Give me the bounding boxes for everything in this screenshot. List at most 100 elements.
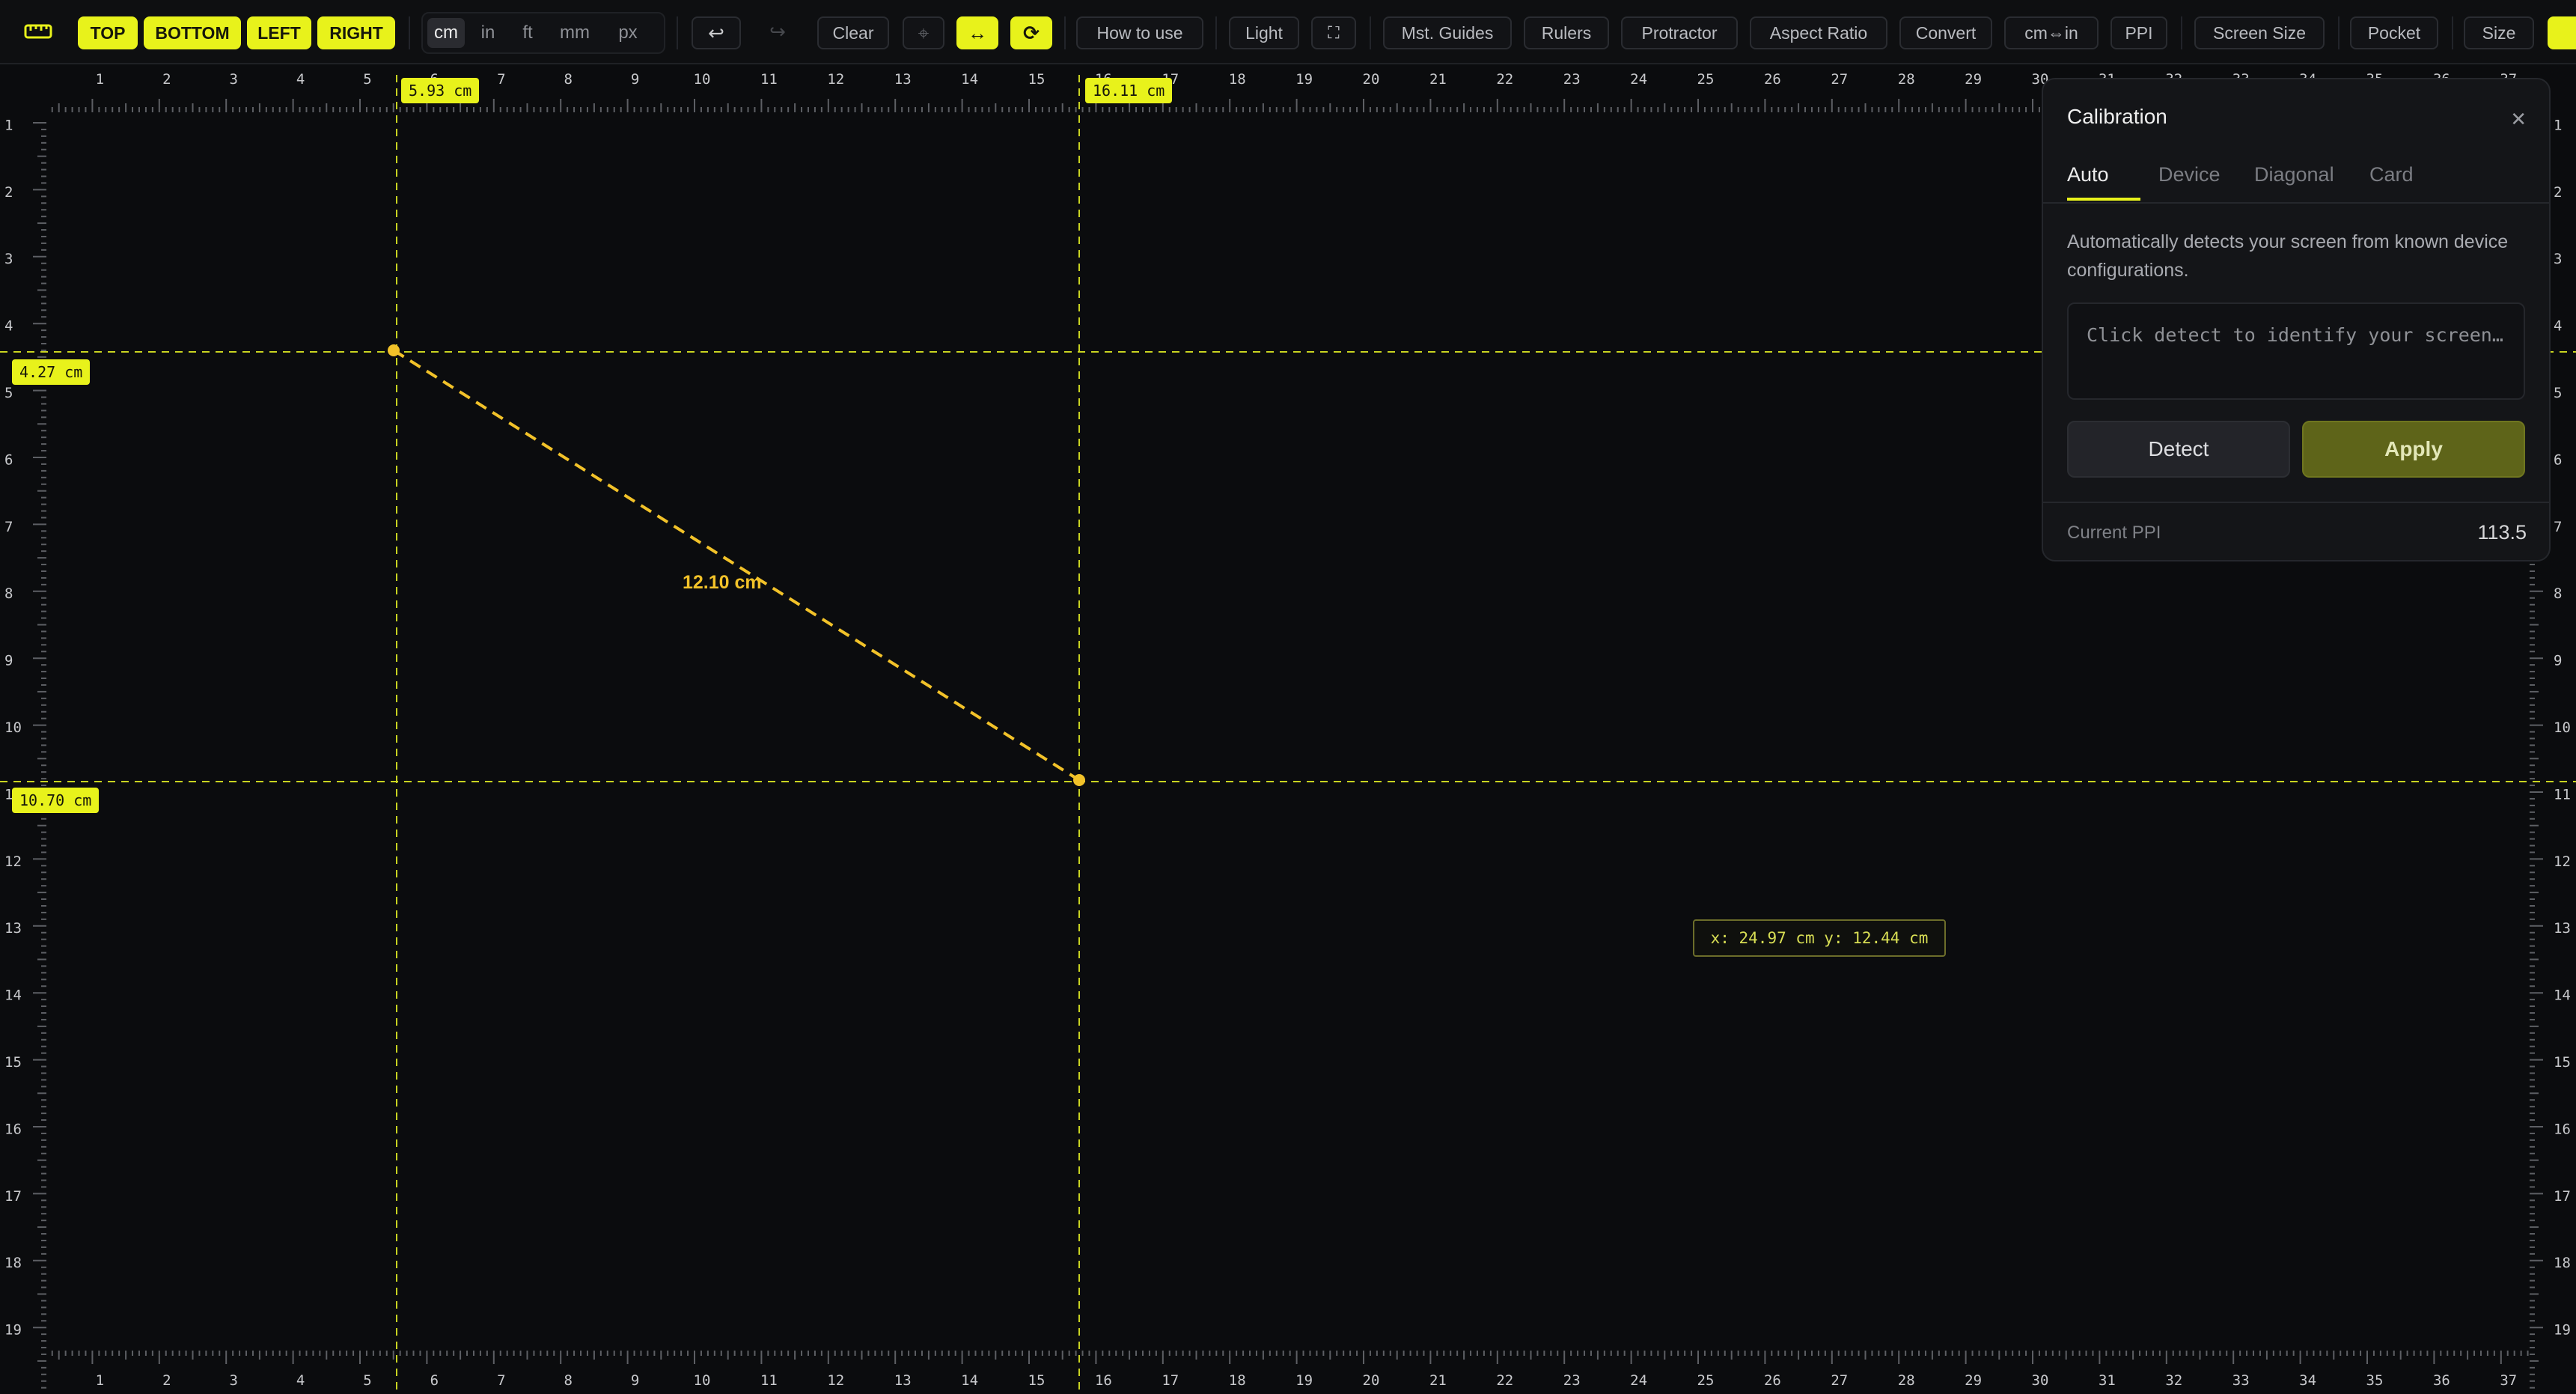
cm-in-toggle-button[interactable]: cm⇔in	[2004, 16, 2099, 49]
ruler-label: 5	[4, 385, 13, 401]
guide-label-v1: 5.93 cm	[401, 78, 480, 103]
ruler-label: 28	[1898, 1372, 1915, 1389]
ruler-label: 9	[4, 653, 13, 669]
active-tab-indicator	[2067, 198, 2140, 201]
ruler-label: 2	[162, 71, 171, 88]
ruler-label: 2	[162, 1372, 171, 1389]
unit-in[interactable]: in	[471, 18, 505, 48]
ruler-label: 36	[2433, 1372, 2450, 1389]
fullscreen-icon[interactable]: ⛶	[1311, 16, 1356, 49]
protractor-button[interactable]: Protractor	[1621, 16, 1738, 49]
master-guides-button[interactable]: Mst. Guides	[1383, 16, 1512, 49]
unit-mm[interactable]: mm	[550, 18, 599, 48]
ppi-button[interactable]: PPI	[2110, 16, 2167, 49]
ruler-label: 13	[894, 71, 912, 88]
ruler-label: 3	[229, 1372, 237, 1389]
edge-top-button[interactable]: TOP	[78, 16, 138, 49]
ruler-label: 1	[96, 71, 104, 88]
ruler-label: 12	[2554, 853, 2571, 870]
toolbar-divider	[1215, 16, 1217, 49]
swap-horizontal-icon[interactable]: ↔	[956, 16, 998, 49]
ruler-label: 11	[760, 71, 778, 88]
edge-bottom-button[interactable]: BOTTOM	[144, 16, 241, 49]
clear-button[interactable]: Clear	[817, 16, 889, 49]
ruler-label: 20	[1363, 1372, 1380, 1389]
measurement-start-handle[interactable]	[388, 344, 400, 356]
ruler-label: 3	[4, 251, 13, 267]
ruler-label: 17	[4, 1188, 22, 1205]
measurement-end-handle[interactable]	[1073, 774, 1085, 786]
ruler-label: 9	[2554, 653, 2562, 669]
ruler-label: 8	[564, 71, 572, 88]
edge-right-button[interactable]: RIGHT	[317, 16, 395, 49]
toolbar-divider	[1370, 16, 1371, 49]
rulers-button[interactable]: Rulers	[1524, 16, 1609, 49]
pocket-button[interactable]: Pocket	[2350, 16, 2438, 49]
theme-toggle-button[interactable]: Light	[1229, 16, 1299, 49]
ruler-label: 2	[4, 184, 13, 201]
unit-px[interactable]: px	[605, 18, 650, 48]
redo-icon[interactable]: ↪	[753, 16, 802, 49]
size-button[interactable]: Size	[2464, 16, 2534, 49]
ruler-label: 14	[2554, 987, 2571, 1004]
undo-icon[interactable]: ↩	[692, 16, 741, 49]
tab-diagonal[interactable]: Diagonal	[2254, 163, 2334, 186]
ruler-label: 33	[2232, 1372, 2250, 1389]
ruler-label: 15	[2554, 1054, 2571, 1071]
tab-device[interactable]: Device	[2158, 163, 2221, 186]
ruler-label: 24	[1630, 1372, 1647, 1389]
ruler-label: 12	[827, 71, 844, 88]
ruler-label: 19	[2554, 1322, 2571, 1339]
toolbar-divider	[677, 16, 678, 49]
ruler-label: 21	[1429, 1372, 1447, 1389]
ruler-label: 13	[4, 920, 22, 937]
ruler-label: 4	[2554, 318, 2562, 335]
ruler-label: 37	[2500, 1372, 2517, 1389]
ruler-label: 6	[430, 1372, 439, 1389]
edge-left-button[interactable]: LEFT	[247, 16, 311, 49]
apply-button[interactable]: Apply	[2302, 421, 2525, 478]
ruler-label: 15	[1028, 1372, 1046, 1389]
convert-button[interactable]: Convert	[1899, 16, 1992, 49]
unit-cm[interactable]: cm	[427, 18, 465, 48]
detect-button[interactable]: Detect	[2067, 421, 2290, 478]
close-icon[interactable]: ✕	[2510, 108, 2527, 131]
screen-size-button[interactable]: Screen Size	[2194, 16, 2325, 49]
ruler-icon[interactable]	[15, 13, 61, 46]
ruler-label: 1	[4, 117, 13, 133]
ruler-label: 15	[4, 1054, 22, 1071]
guide-label-h1: 4.27 cm	[12, 359, 91, 385]
aspect-ratio-button[interactable]: Aspect Ratio	[1750, 16, 1887, 49]
ruler-label: 25	[1697, 71, 1715, 88]
tab-card[interactable]: Card	[2369, 163, 2414, 186]
ruler-label: 15	[1028, 71, 1046, 88]
overflow-accent-button[interactable]	[2548, 16, 2576, 49]
ruler-label: 8	[4, 585, 13, 602]
tab-auto[interactable]: Auto	[2067, 163, 2109, 186]
ruler-label: 34	[2299, 1372, 2316, 1389]
ruler-left[interactable]: 12345678910111213141516171819	[0, 64, 48, 1394]
ruler-label: 12	[4, 853, 22, 870]
measurement-line[interactable]	[392, 349, 1081, 782]
ruler-label: 17	[2554, 1188, 2571, 1205]
ruler-label: 3	[229, 71, 237, 88]
ruler-label: 26	[1764, 1372, 1781, 1389]
ruler-bottom[interactable]: 1 2 3 4 5 6 7 8 9 10 11 12 13 14 15 16 17 18 19 20 21 22 23 24 2…	[48, 1333, 2531, 1394]
how-to-use-button[interactable]: How to use	[1076, 16, 1203, 49]
crosshair-icon[interactable]: ⌖	[903, 16, 944, 49]
ruler-label: 26	[1764, 71, 1781, 88]
unit-ft[interactable]: ft	[511, 18, 544, 48]
ruler-label: 2	[2554, 184, 2562, 201]
ruler-label: 23	[1563, 71, 1581, 88]
ruler-label: 7	[497, 71, 505, 88]
ruler-label: 17	[1162, 1372, 1179, 1389]
current-ppi-value: 113.5	[2477, 521, 2527, 544]
rotate-icon[interactable]: ⟳	[1010, 16, 1052, 49]
ruler-label: 32	[2165, 1372, 2182, 1389]
ruler-label: 24	[1630, 71, 1647, 88]
ruler-label: 16	[1095, 1372, 1112, 1389]
ruler-label: 18	[2554, 1255, 2571, 1271]
ruler-label: 9	[631, 71, 639, 88]
ruler-label: 23	[1563, 1372, 1581, 1389]
ruler-label: 14	[961, 71, 978, 88]
